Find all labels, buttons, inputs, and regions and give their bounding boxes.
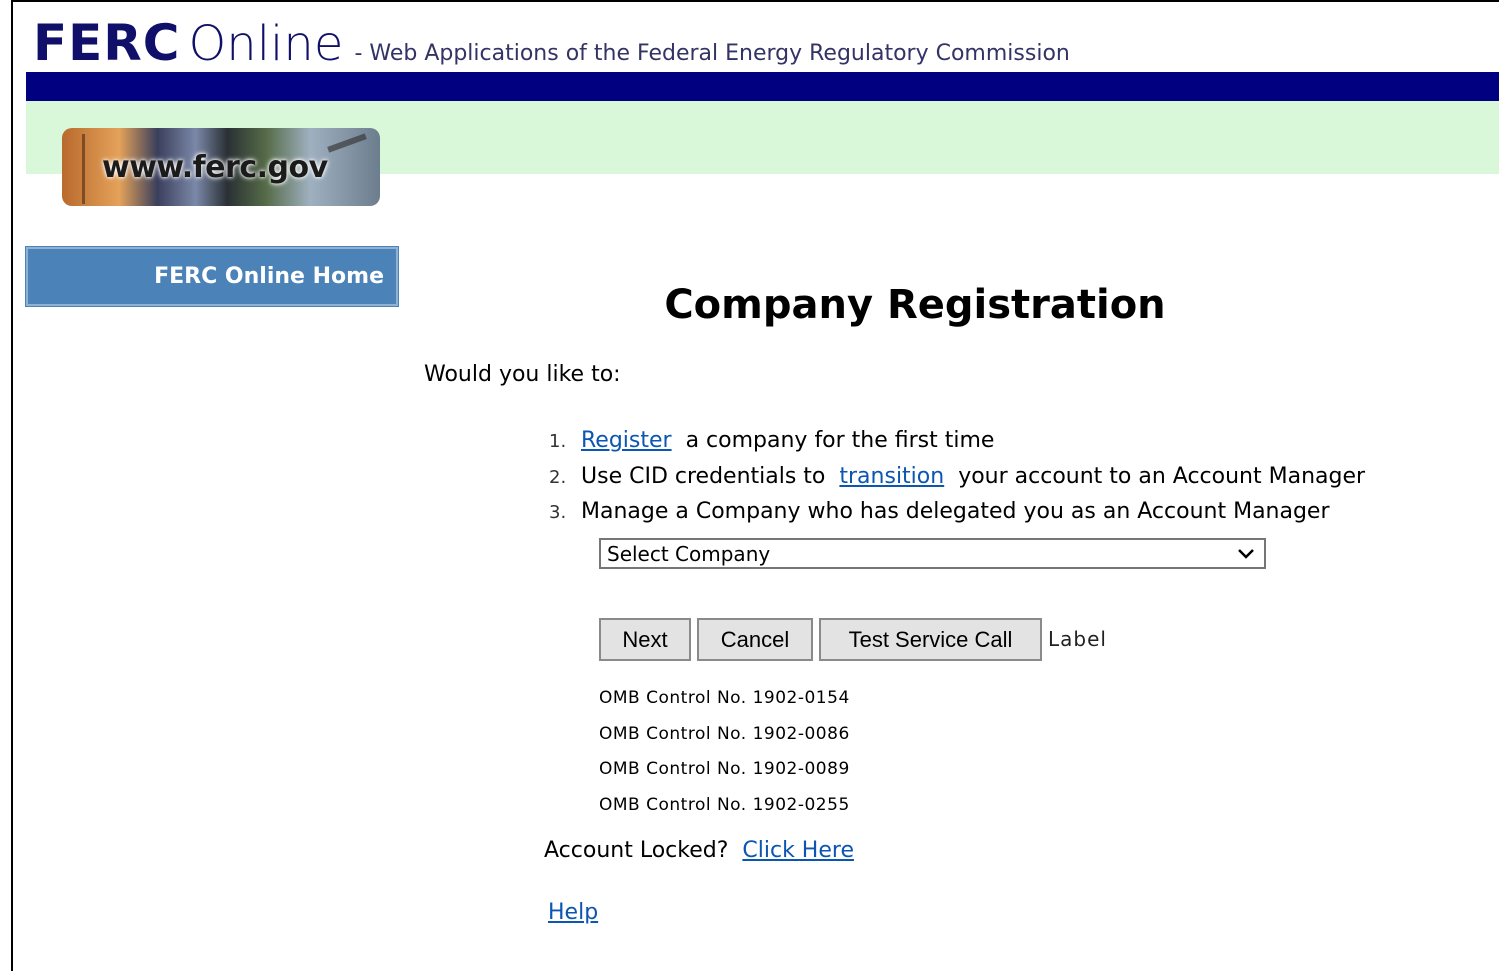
company-select-value: Select Company bbox=[607, 542, 771, 566]
omb-control-numbers: OMB Control No. 1902-0154 OMB Control No… bbox=[599, 687, 850, 829]
help-link[interactable]: Help bbox=[548, 900, 598, 925]
omb-control-number: OMB Control No. 1902-0154 bbox=[599, 688, 850, 708]
option-manage-company: 3. Manage a Company who has delegated you… bbox=[549, 497, 1365, 533]
omb-control-number: OMB Control No. 1902-0089 bbox=[599, 759, 850, 779]
site-tagline: - Web Applications of the Federal Energy… bbox=[354, 41, 1070, 66]
site-banner: FERC Online - Web Applications of the Fed… bbox=[33, 14, 1070, 72]
test-service-call-button[interactable]: Test Service Call bbox=[819, 618, 1042, 661]
option-number: 3. bbox=[549, 502, 567, 523]
company-select[interactable]: Select Company bbox=[599, 538, 1266, 569]
account-locked: Account Locked? Click Here bbox=[544, 838, 854, 863]
help-section: Help bbox=[548, 900, 598, 925]
ferc-online-home-button[interactable]: FERC Online Home bbox=[25, 246, 399, 307]
prompt-text: Would you like to: bbox=[424, 362, 621, 387]
header-navy-bar bbox=[26, 72, 1499, 101]
option-register: 1. Register a company for the first time bbox=[549, 426, 1365, 462]
window-border-left bbox=[11, 0, 13, 971]
page-title: Company Registration bbox=[664, 282, 1166, 328]
chevron-down-icon bbox=[1238, 549, 1254, 559]
logo-oil-pump bbox=[327, 133, 367, 153]
transition-link[interactable]: transition bbox=[839, 464, 944, 489]
brand-ferc: FERC bbox=[33, 14, 181, 72]
option-text: your account to an Account Manager bbox=[958, 463, 1366, 489]
option-text: Manage a Company who has delegated you a… bbox=[581, 499, 1330, 524]
click-here-link[interactable]: Click Here bbox=[742, 838, 854, 863]
option-number: 1. bbox=[549, 431, 567, 452]
omb-control-number: OMB Control No. 1902-0255 bbox=[599, 794, 850, 815]
options-list: 1. Register a company for the first time … bbox=[549, 426, 1365, 533]
register-link[interactable]: Register bbox=[581, 428, 672, 453]
ferc-gov-logo[interactable]: www.ferc.gov bbox=[62, 128, 380, 206]
option-number: 2. bbox=[549, 466, 567, 488]
action-buttons: Next Cancel Test Service Call Label bbox=[599, 618, 1107, 661]
omb-control-number: OMB Control No. 1902-0086 bbox=[599, 723, 850, 744]
option-text: Use CID credentials to bbox=[581, 463, 826, 489]
logo-power-tower bbox=[82, 134, 85, 204]
option-transition: 2. Use CID credentials to transition your… bbox=[549, 462, 1365, 498]
next-button[interactable]: Next bbox=[599, 618, 691, 661]
account-locked-text: Account Locked? bbox=[544, 838, 729, 863]
status-label: Label bbox=[1048, 627, 1107, 651]
logo-text: www.ferc.gov bbox=[102, 150, 328, 185]
option-text: a company for the first time bbox=[685, 428, 995, 453]
brand-online: Online bbox=[188, 16, 344, 72]
cancel-button[interactable]: Cancel bbox=[697, 618, 813, 661]
window-border-top bbox=[11, 0, 1499, 2]
